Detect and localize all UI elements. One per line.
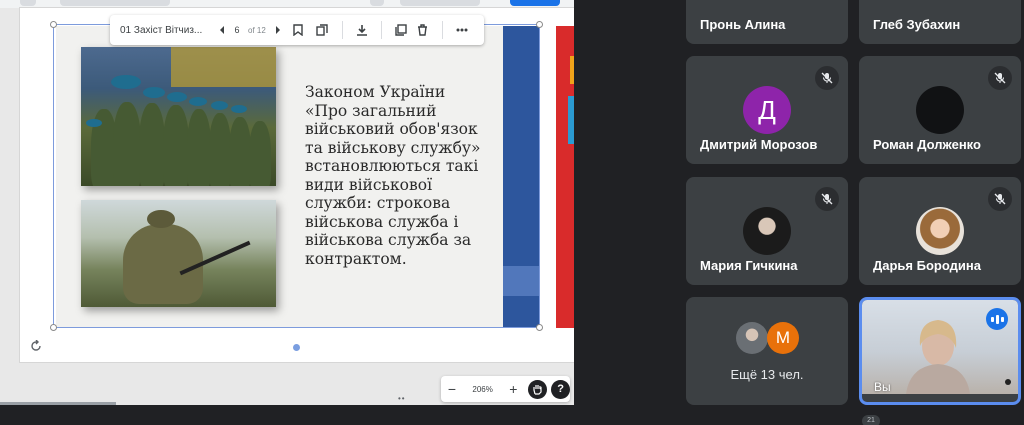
participant-tile[interactable]: Дарья Бородина [859,177,1021,285]
document-title[interactable]: 01 Захіст Вітчиз... [110,25,214,36]
resize-handle[interactable] [536,324,543,331]
copy-icon [316,24,328,36]
drag-handle[interactable]: •• [398,394,406,403]
more-horizontal-icon [456,28,468,32]
current-page[interactable]: 6 [230,15,244,45]
topbar-button-group[interactable] [400,0,480,6]
soldier-figure [123,224,203,304]
mic-off-icon [815,187,839,211]
soldier-figure [139,103,165,186]
participant-tile[interactable]: Д Дмитрий Морозов [686,56,848,164]
participant-name: Дмитрий Морозов [700,137,818,152]
self-view-tile[interactable]: Вы [859,297,1021,405]
participant-count-badge: 21 [862,415,880,425]
avatar: М [767,322,799,354]
beret [189,97,207,106]
beret [111,75,141,89]
soldier-with-rifle-photo [81,200,276,307]
topbar-button[interactable] [20,0,36,6]
slide-text: Законом України «Про загальний військови… [305,83,481,268]
delete-button[interactable] [412,15,434,45]
participant-name: Глеб Зубахин [873,17,961,32]
soldier-figure [209,113,231,186]
beret [143,87,165,98]
download-button[interactable] [351,15,373,45]
rotate-icon[interactable] [30,339,42,355]
soldier-figure [187,109,211,186]
avatar [736,322,768,354]
beret [231,105,247,113]
speaking-indicator-icon [986,308,1008,330]
toolbar-divider [380,21,382,39]
topbar-button[interactable] [370,0,384,6]
participant-name: Пронь Алина [700,17,786,32]
participant-name: Дарья Бородина [873,258,981,273]
slide-side-band [503,26,539,328]
chevron-right-icon [275,26,280,34]
self-name: Вы [874,380,891,394]
participant-tile[interactable]: Пронь Алина [686,0,848,44]
soldier-figure [163,105,189,186]
avatar [916,207,964,255]
avatar [916,86,964,134]
open-in-new-button[interactable] [390,15,412,45]
more-participants-label: Ещё 13 чел. [730,367,804,382]
resize-handle[interactable] [50,324,57,331]
trash-icon [418,24,428,36]
participant-name: Мария Гичкина [700,258,798,273]
zoom-in-button[interactable]: + [502,381,524,397]
beret [211,101,228,110]
download-icon [356,25,367,36]
hand-icon [533,384,542,395]
resize-handle[interactable] [536,21,543,28]
participant-name: Роман Долженко [873,137,981,152]
toolbar-divider [441,21,443,39]
share-top-toolbar [0,0,574,8]
zoom-out-button[interactable]: − [441,381,463,397]
pan-hand-button[interactable] [528,379,548,399]
trident-flag [171,47,276,87]
soldiers-parade-photo [81,47,276,186]
resize-handle[interactable] [50,21,57,28]
mic-off-icon [815,66,839,90]
duplicate-icon [395,24,407,36]
more-options-button[interactable] [451,15,473,45]
pointer-dot [293,344,300,351]
participant-tile[interactable]: Роман Долженко [859,56,1021,164]
topbar-button-group[interactable] [60,0,170,6]
soldier-figure [229,117,251,186]
soldier-figure [249,121,271,186]
viewer-toolbar: 01 Захіст Вітчиз... 6 of 12 [110,15,484,45]
next-page-button[interactable] [270,15,286,45]
copy-button[interactable] [310,15,334,45]
chevron-left-icon [220,26,224,34]
participant-tile[interactable]: Глеб Зубахин [859,0,1021,44]
avatar: Д [743,86,791,134]
horizontal-scrollbar[interactable] [0,402,116,405]
toolbar-divider [341,21,343,39]
zoom-level: 206% [472,384,493,394]
mic-off-icon [988,187,1012,211]
help-button[interactable]: ? [551,379,570,399]
prev-page-button[interactable] [214,15,230,45]
beret [167,92,187,102]
next-slide-preview [556,26,574,328]
soldier-figure [113,102,141,186]
helmet [147,210,175,228]
participant-tile[interactable]: Мария Гичкина [686,177,848,285]
shared-screen: Законом України «Про загальний військови… [0,0,574,405]
mic-off-icon [988,66,1012,90]
zoom-controls: − 206% + ? [441,376,570,402]
avatar [743,207,791,255]
page-total: of 12 [248,25,266,35]
bookmark-icon [293,24,303,36]
beret [86,119,102,127]
more-participants-tile[interactable]: М Ещё 13 чел. [686,297,848,405]
topbar-share-button[interactable] [510,0,560,6]
bookmark-button[interactable] [286,15,310,45]
